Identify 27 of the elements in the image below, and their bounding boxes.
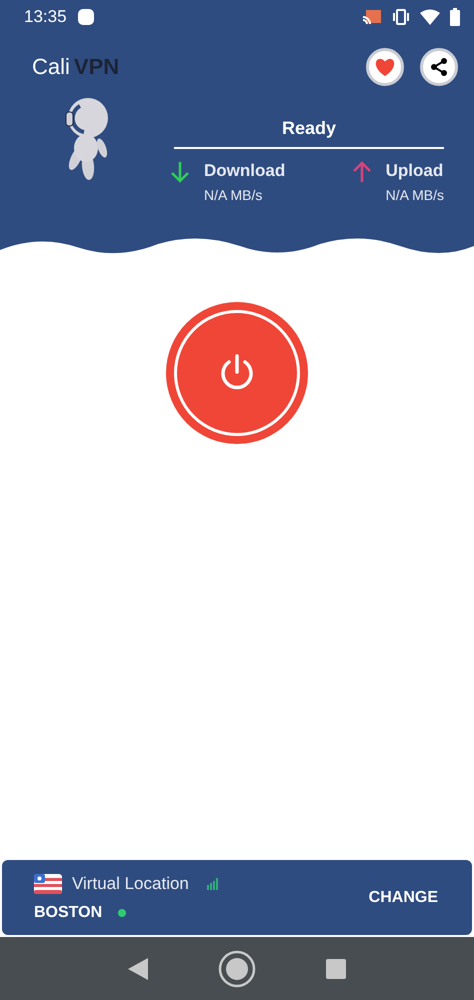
arrow-up-icon bbox=[352, 161, 372, 183]
share-icon bbox=[429, 57, 449, 77]
connection-status: Ready bbox=[174, 118, 444, 149]
vibrate-icon bbox=[392, 9, 410, 25]
back-icon[interactable] bbox=[128, 958, 148, 980]
notification-icon bbox=[76, 8, 95, 26]
arrow-down-icon bbox=[170, 161, 190, 183]
location-label: Virtual Location bbox=[72, 874, 189, 894]
flag-icon bbox=[34, 874, 62, 894]
stat-value: N/A MB/s bbox=[386, 187, 444, 203]
change-button[interactable]: CHANGE bbox=[364, 884, 442, 910]
cast-icon bbox=[362, 9, 382, 25]
stat-label: Download bbox=[204, 161, 286, 181]
signal-icon bbox=[206, 878, 219, 890]
stat-value: N/A MB/s bbox=[204, 187, 264, 203]
recents-icon[interactable] bbox=[326, 958, 346, 978]
status-time: 13:35 bbox=[24, 7, 67, 27]
wifi-icon bbox=[420, 9, 440, 25]
city-name: BOSTON bbox=[34, 904, 102, 922]
share-button[interactable] bbox=[420, 48, 458, 86]
home-icon[interactable] bbox=[218, 950, 256, 988]
favorite-button[interactable] bbox=[366, 48, 404, 86]
battery-icon bbox=[450, 8, 460, 26]
brand-name: VPN bbox=[74, 54, 120, 79]
stat-label: Upload bbox=[386, 161, 444, 181]
heart-icon bbox=[374, 57, 396, 77]
brand-name: Cali bbox=[32, 54, 70, 79]
